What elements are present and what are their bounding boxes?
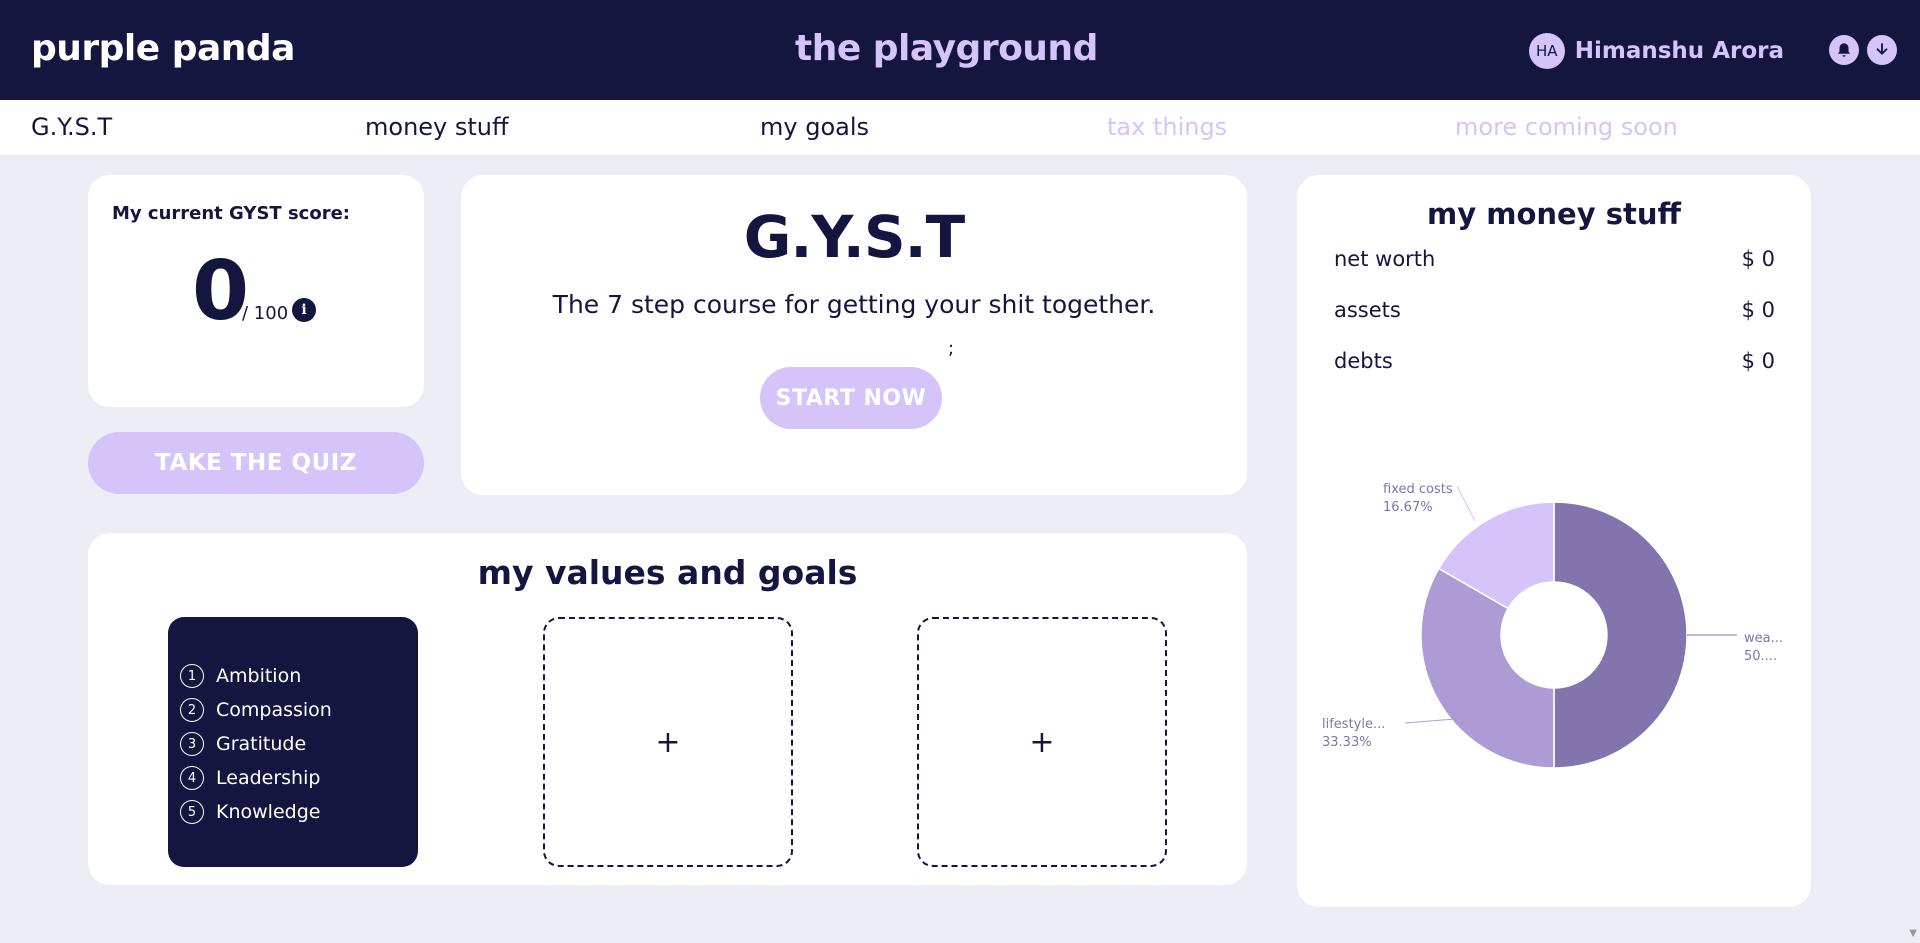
nav-item-my-goals[interactable]: my goals: [760, 113, 869, 141]
slice-name-label: fixed costs: [1383, 482, 1453, 497]
add-goal-button[interactable]: +: [543, 617, 793, 867]
info-icon[interactable]: i: [292, 298, 316, 322]
values-goals-card: my values and goals 1 Ambition 2 Compass…: [88, 533, 1247, 885]
nav-bar: G.Y.S.T money stuff my goals tax things …: [0, 100, 1920, 155]
stray-text: ;: [948, 338, 955, 359]
list-item: 2 Compassion: [180, 693, 418, 727]
course-title: G.Y.S.T: [743, 203, 965, 271]
slice-value-label: 16.67%: [1383, 500, 1433, 515]
plus-icon: +: [655, 724, 681, 760]
slice-value-label: 33.33%: [1322, 735, 1372, 750]
scroll-down-arrow[interactable]: ▼: [1909, 928, 1917, 939]
label-leader-line: [1456, 485, 1476, 522]
list-item: 1 Ambition: [180, 659, 418, 693]
label-leader-line: [1404, 718, 1456, 724]
money-stuff-card: my money stuff net worth $ 0 assets $ 0 …: [1297, 175, 1811, 907]
start-now-button[interactable]: START NOW: [760, 367, 942, 429]
budget-donut-chart: wea... 50.... lifestyle... 33.33% fixed cost…: [1322, 482, 1783, 769]
donut-slice[interactable]: [1420, 567, 1555, 769]
avatar[interactable]: HA: [1528, 33, 1565, 69]
nav-item-money-stuff[interactable]: money stuff: [365, 113, 509, 141]
values-title: my values and goals: [477, 553, 858, 592]
nav-item-gyst[interactable]: G.Y.S.T: [31, 113, 112, 141]
gyst-score-card: My current GYST score: 0 / 100 i: [88, 175, 424, 407]
slice-name-label: wea...: [1744, 631, 1783, 646]
nav-item-more-coming-soon[interactable]: more coming soon: [1455, 113, 1678, 141]
score-value: 0: [192, 244, 250, 339]
values-list[interactable]: 1 Ambition 2 Compassion 3 Gratitude 4 Le…: [168, 617, 418, 867]
brand-logo[interactable]: purple panda: [31, 28, 295, 69]
download-icon[interactable]: [1867, 35, 1897, 65]
score-denominator: / 100: [242, 303, 289, 324]
add-goal-button[interactable]: +: [917, 617, 1167, 867]
user-name[interactable]: Himanshu Arora: [1575, 38, 1784, 64]
top-bar: purple panda the playground HA Himanshu …: [0, 0, 1920, 100]
bell-icon[interactable]: [1829, 35, 1859, 65]
donut-slice[interactable]: [1553, 501, 1688, 769]
page-title: the playground: [795, 28, 1098, 69]
number-badge: 2: [180, 698, 204, 722]
value-label: Leadership: [216, 767, 321, 789]
header-actions: [1829, 35, 1897, 65]
value-label: Knowledge: [216, 801, 321, 823]
number-badge: 1: [180, 664, 204, 688]
list-item: 4 Leadership: [180, 761, 418, 795]
slice-value-label: 50....: [1744, 649, 1777, 664]
value-label: Ambition: [216, 665, 302, 687]
take-quiz-button[interactable]: TAKE THE QUIZ: [88, 432, 424, 494]
list-item: 5 Knowledge: [180, 795, 418, 829]
number-badge: 3: [180, 732, 204, 756]
number-badge: 5: [180, 800, 204, 824]
course-subtitle: The 7 step course for getting your shit …: [552, 290, 1156, 319]
slice-name-label: lifestyle...: [1322, 717, 1385, 732]
plus-icon: +: [1029, 724, 1055, 760]
value-label: Compassion: [216, 699, 332, 721]
nav-item-tax-things[interactable]: tax things: [1107, 113, 1227, 141]
gyst-course-card: G.Y.S.T The 7 step course for getting yo…: [461, 175, 1247, 495]
user-menu[interactable]: HA Himanshu Arora: [1528, 33, 1784, 69]
list-item: 3 Gratitude: [180, 727, 418, 761]
number-badge: 4: [180, 766, 204, 790]
value-label: Gratitude: [216, 733, 307, 755]
score-label: My current GYST score:: [112, 203, 350, 224]
